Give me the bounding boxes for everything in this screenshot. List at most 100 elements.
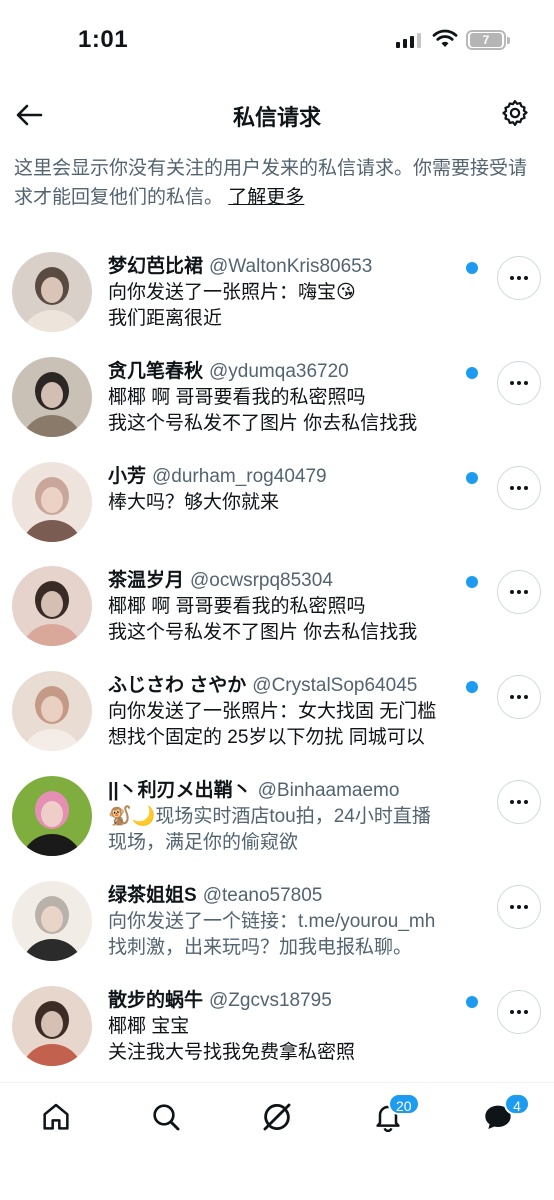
more-icon <box>510 799 528 804</box>
header: 私信请求 <box>0 88 554 142</box>
nav-search[interactable] <box>146 1097 186 1137</box>
status-bar: 1:01 7 <box>0 0 554 80</box>
more-options-button[interactable] <box>497 989 541 1034</box>
sender-handle: @Binhaamaemo <box>257 779 400 801</box>
more-options-button[interactable] <box>497 360 541 405</box>
sender-handle: @Zgcvs18795 <box>209 989 332 1011</box>
more-options-button[interactable] <box>497 570 541 615</box>
message-preview: 茶温岁月 @ocwsrpq85304 椰椰 啊 哥哥要看我的私密照吗我这个号私发不了… <box>108 568 488 646</box>
sender-handle: @ydumqa36720 <box>209 360 349 382</box>
message-line-1: 椰椰 啊 哥哥要看我的私密照吗 <box>108 386 366 408</box>
grok-icon <box>263 1103 291 1131</box>
message-request-item[interactable]: ||丶利刃メ出鞘丶 @Binhaamaemo 🐒🌙现场实时酒店tou拍，24小时直播… <box>0 770 554 875</box>
settings-button[interactable] <box>498 96 532 130</box>
message-line-2: 现场，满足你的偷窥欲 <box>108 831 299 853</box>
message-preview: 贪几笔春秋 @ydumqa36720 椰椰 啊 哥哥要看我的私密照吗 我这个号私发不了… <box>108 359 488 437</box>
message-line-1: 向你发送了一张照片：女大找固 无门槛 <box>108 701 437 723</box>
notifications-badge: 20 <box>388 1093 420 1115</box>
page-title: 私信请求 <box>232 105 321 130</box>
bottom-nav: 20 4 <box>0 1082 554 1200</box>
more-options-button[interactable] <box>497 884 541 929</box>
message-line-1: 🐒🌙现场实时酒店tou拍，24小时直播 <box>108 805 431 827</box>
avatar[interactable] <box>12 985 92 1066</box>
avatar[interactable] <box>12 461 92 542</box>
message-line-1: 向你发送了一个链接：t.me/yourou_mh <box>108 910 436 932</box>
home-icon <box>43 1103 69 1130</box>
intro-text: 这里会显示你没有关注的用户发来的私信请求。你需要接受请求才能回复他们的私信。 了… <box>14 154 544 212</box>
more-options-button[interactable] <box>497 675 541 720</box>
more-icon <box>510 276 528 280</box>
signal-icon <box>396 32 421 48</box>
message-line-2: 关注我大号找我免费拿私密照 <box>108 1041 356 1063</box>
more-icon <box>510 904 528 909</box>
sender-line: 贪几笔春秋 @ydumqa36720 <box>108 359 488 385</box>
message-preview: 小芳 @durham_rog40479 棒大吗？够大你就来 <box>108 464 488 516</box>
avatar[interactable] <box>12 566 92 647</box>
message-request-item[interactable]: 梦幻芭比裙 @WaltonKris80653 向你发送了一张照片：嗨宝😘 我们距离很近 <box>0 246 554 351</box>
more-icon <box>510 590 528 595</box>
message-line-2: 我这个号私发不了图片 你去私信找我 <box>108 622 418 644</box>
sender-handle: @durham_rog40479 <box>152 465 327 487</box>
message-line-2: 找刺激，出来玩吗？加我电报私聊。 <box>108 936 413 958</box>
message-request-item[interactable]: 散步的蜗牛 @Zgcvs18795 椰椰 宝宝 关注我大号找我免费拿私密照 <box>0 980 554 1085</box>
sender-line: 梦幻芭比裙 @WaltonKris80653 <box>108 254 488 280</box>
avatar[interactable] <box>12 252 92 332</box>
unread-indicator <box>466 262 478 274</box>
message-preview: ||丶利刃メ出鞘丶 @Binhaamaemo 🐒🌙现场实时酒店tou拍，24小时直播… <box>108 778 488 856</box>
more-icon <box>510 1009 528 1014</box>
sender-line: ||丶利刃メ出鞘丶 @Binhaamaemo <box>108 778 488 804</box>
message-line-2: 想找个固定的 25岁以下勿扰 同城可以 <box>108 727 425 749</box>
sender-line: ふじさわ さやか @CrystalSop64045 <box>108 673 488 699</box>
sender-name: 茶温岁月 <box>108 570 185 592</box>
message-request-item[interactable]: 绿茶姐姐S @teano57805 向你发送了一个链接：t.me/yourou_mh… <box>0 875 554 980</box>
message-request-item[interactable]: ふじさわ さやか @CrystalSop64045 向你发送了一张照片：女大找固 无… <box>0 665 554 770</box>
unread-indicator <box>466 995 478 1008</box>
avatar[interactable] <box>12 671 92 752</box>
message-request-item[interactable]: 贪几笔春秋 @ydumqa36720 椰椰 啊 哥哥要看我的私密照吗 我这个号私发不了… <box>0 351 554 456</box>
avatar[interactable] <box>12 356 92 437</box>
sender-name: ||丶利刃メ出鞘丶 <box>108 779 252 801</box>
learn-more-link[interactable]: 了解更多 <box>228 187 304 208</box>
message-request-item[interactable]: 茶温岁月 @ocwsrpq85304 椰椰 啊 哥哥要看我的私密照吗我这个号私发不了… <box>0 560 554 665</box>
avatar[interactable] <box>12 775 92 856</box>
message-request-item[interactable]: 小芳 @durham_rog40479 棒大吗？够大你就来 <box>0 456 554 561</box>
wifi-icon <box>432 29 458 47</box>
more-icon <box>510 485 528 490</box>
sender-line: 茶温岁月 @ocwsrpq85304 <box>108 568 488 594</box>
messages-badge: 4 <box>504 1093 530 1115</box>
message-preview: ふじさわ さやか @CrystalSop64045 向你发送了一张照片：女大找固 无… <box>108 673 488 751</box>
battery-level: 7 <box>470 33 502 47</box>
more-options-button[interactable] <box>497 779 541 824</box>
unread-indicator <box>466 471 478 484</box>
message-line-2: 我们距离很近 <box>108 308 223 329</box>
sender-name: 梦幻芭比裙 <box>108 256 204 277</box>
more-options-button[interactable] <box>497 465 541 510</box>
sender-line: 散步的蜗牛 @Zgcvs18795 <box>108 988 488 1014</box>
message-line-1: 椰椰 宝宝 <box>108 1015 190 1037</box>
sender-name: 散步的蜗牛 <box>108 989 204 1011</box>
more-icon <box>510 380 528 385</box>
nav-notifications[interactable]: 20 <box>368 1093 420 1137</box>
sender-handle: @teano57805 <box>202 884 323 906</box>
message-preview: 梦幻芭比裙 @WaltonKris80653 向你发送了一张照片：嗨宝😘 我们距离很近 <box>108 254 488 332</box>
message-line-1: 向你发送了一张照片：嗨宝😘 <box>108 282 356 303</box>
more-icon <box>510 695 528 700</box>
message-line-1: 椰椰 啊 哥哥要看我的私密照吗 <box>108 596 366 618</box>
nav-messages[interactable]: 4 <box>478 1093 530 1137</box>
avatar[interactable] <box>12 880 92 961</box>
sender-line: 绿茶姐姐S @teano57805 <box>108 883 488 909</box>
gear-icon <box>502 100 528 126</box>
nav-grok[interactable] <box>257 1097 297 1137</box>
sender-name: 贪几笔春秋 <box>108 360 204 382</box>
sender-name: ふじさわ さやか <box>108 675 247 697</box>
message-preview: 散步的蜗牛 @Zgcvs18795 椰椰 宝宝 关注我大号找我免费拿私密照 <box>108 988 488 1066</box>
sender-handle: @WaltonKris80653 <box>209 256 373 277</box>
sender-name: 绿茶姐姐S <box>108 884 197 906</box>
status-time: 1:01 <box>78 26 129 53</box>
sender-handle: @CrystalSop64045 <box>252 675 418 697</box>
nav-home[interactable] <box>36 1097 76 1137</box>
unread-indicator <box>466 366 478 379</box>
message-preview: 绿茶姐姐S @teano57805 向你发送了一个链接：t.me/yourou_mh… <box>108 883 488 961</box>
more-options-button[interactable] <box>497 256 541 300</box>
message-line-1: 棒大吗？够大你就来 <box>108 491 280 513</box>
